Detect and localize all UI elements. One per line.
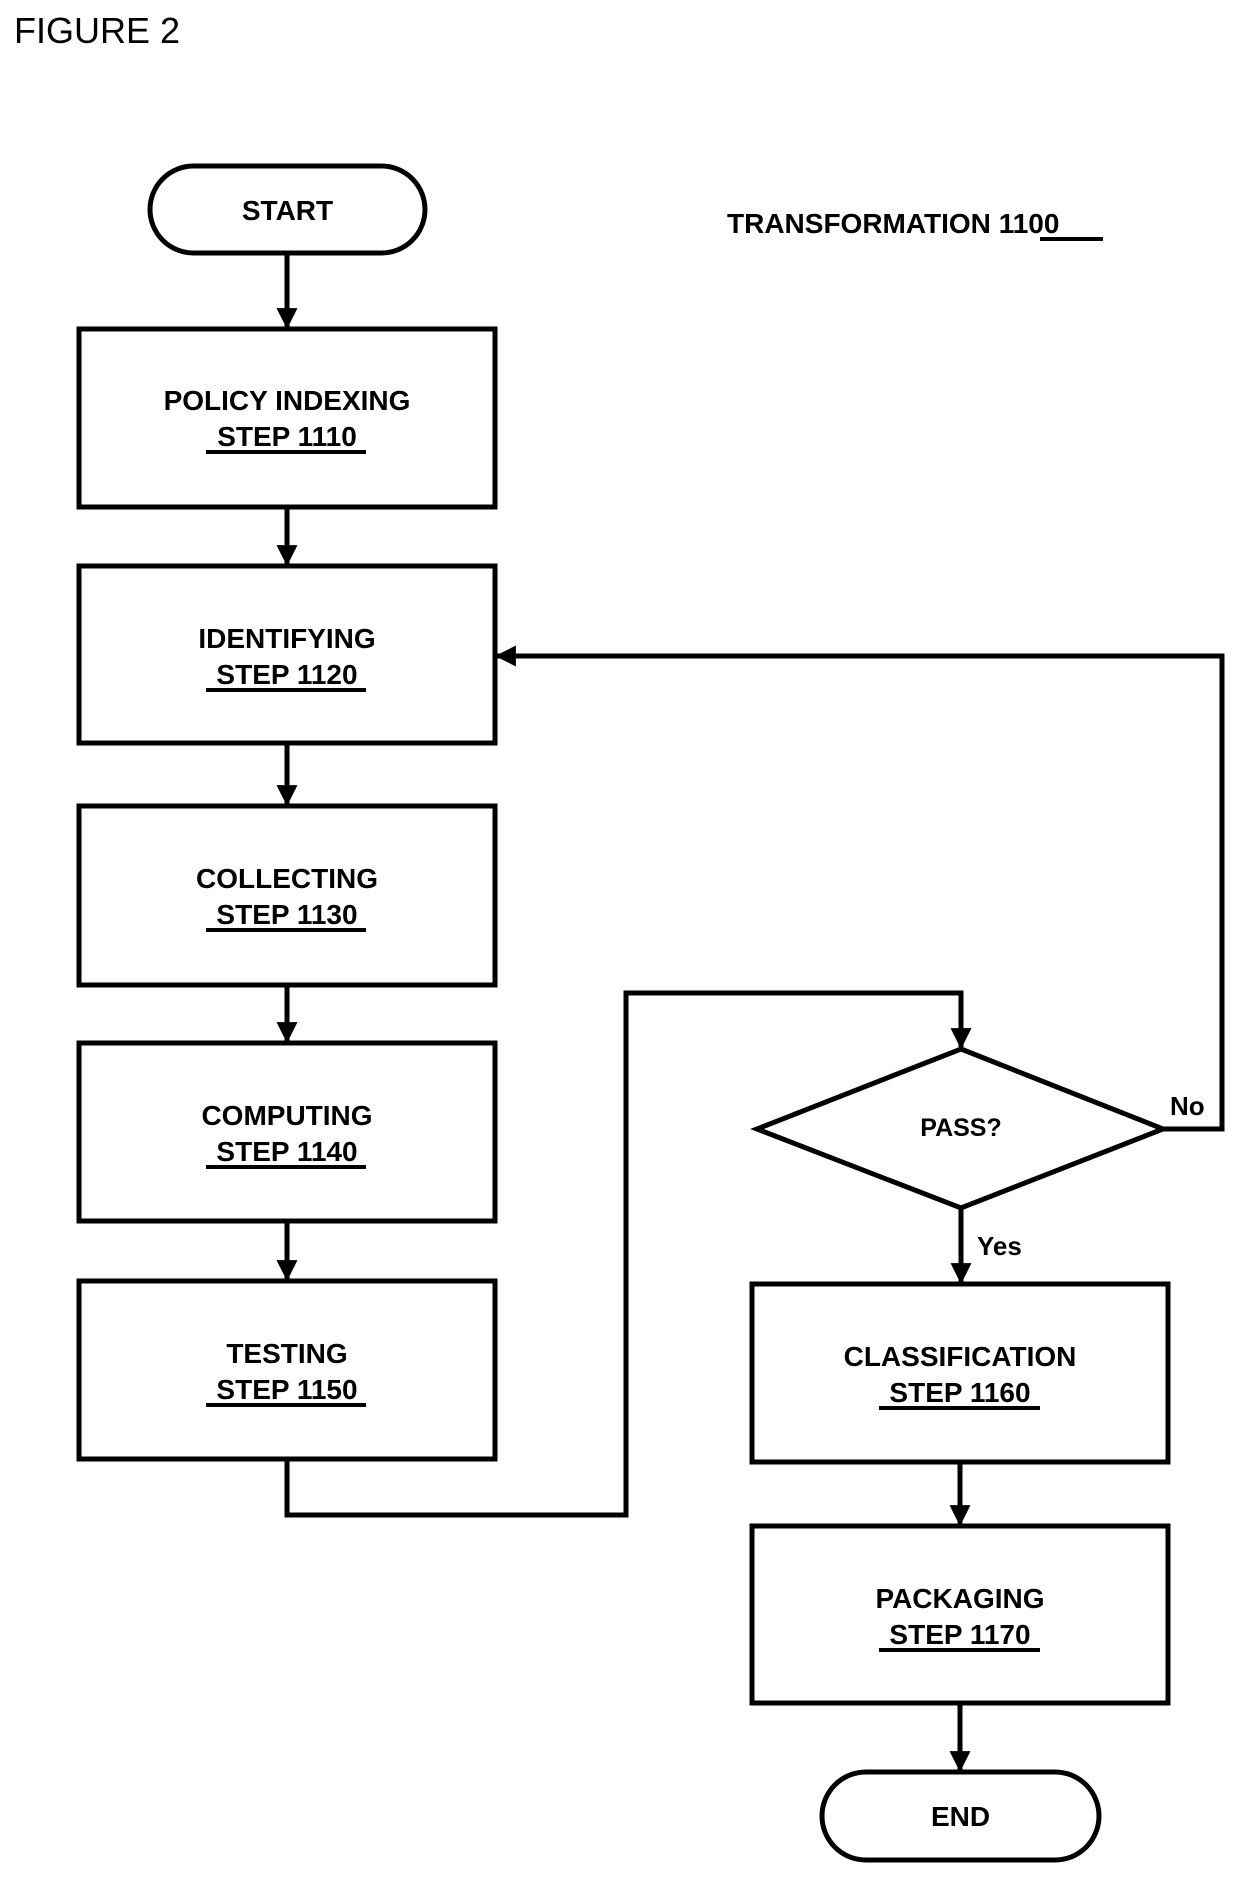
- node-computing: COMPUTING STEP 1140: [76, 1040, 498, 1224]
- step-number: STEP 1170: [889, 1619, 1030, 1650]
- process-box: [749, 1281, 1171, 1465]
- node-identifying: IDENTIFYING STEP 1120: [76, 563, 498, 746]
- title-text: TRANSFORMATION: [727, 208, 999, 239]
- step-label: COLLECTING: [196, 863, 378, 894]
- step-number: STEP 1110: [217, 421, 357, 452]
- step-label: TESTING: [226, 1338, 347, 1369]
- node-packaging: PACKAGING STEP 1170: [749, 1523, 1171, 1706]
- process-box: [76, 803, 498, 988]
- process-box: [76, 1278, 498, 1462]
- node-policy-indexing: POLICY INDEXING STEP 1110: [76, 326, 498, 510]
- process-box: [76, 563, 498, 746]
- figure-label: FIGURE 2: [14, 10, 180, 51]
- step-number: STEP 1150: [216, 1374, 357, 1405]
- step-label: IDENTIFYING: [198, 623, 375, 654]
- flowchart-transformation-1100: FIGURE 2 TRANSFORMATION 1100 START POLIC…: [14, 10, 1225, 1863]
- edge-pass-no-to-identifying: [494, 645, 1225, 1132]
- process-box: [76, 1040, 498, 1224]
- step-number: STEP 1160: [889, 1377, 1030, 1408]
- step-number: STEP 1120: [216, 659, 357, 690]
- decision-label: PASS?: [920, 1114, 1002, 1142]
- diagram-title: TRANSFORMATION 1100: [727, 208, 1103, 241]
- branch-label-yes: Yes: [977, 1231, 1022, 1261]
- node-testing: TESTING STEP 1150: [76, 1278, 498, 1462]
- step-number: STEP 1140: [216, 1136, 357, 1167]
- step-label: COMPUTING: [201, 1100, 372, 1131]
- start-label: START: [242, 195, 333, 226]
- step-label: PACKAGING: [875, 1583, 1044, 1614]
- node-collecting: COLLECTING STEP 1130: [76, 803, 498, 988]
- node-pass-decision: PASS?: [750, 1046, 1170, 1211]
- step-label: POLICY INDEXING: [164, 385, 411, 416]
- title-ref: 1100: [999, 208, 1060, 239]
- process-box: [76, 326, 498, 510]
- svg-text:TRANSFORMATION 1100: TRANSFORMATION 1100: [727, 208, 1059, 239]
- step-label: CLASSIFICATION: [844, 1341, 1077, 1372]
- node-end: END: [819, 1769, 1102, 1863]
- node-classification: CLASSIFICATION STEP 1160: [749, 1281, 1171, 1465]
- branch-label-no: No: [1170, 1091, 1205, 1121]
- step-number: STEP 1130: [216, 899, 357, 930]
- end-label: END: [931, 1801, 990, 1832]
- process-box: [749, 1523, 1171, 1706]
- node-start: START: [147, 163, 428, 256]
